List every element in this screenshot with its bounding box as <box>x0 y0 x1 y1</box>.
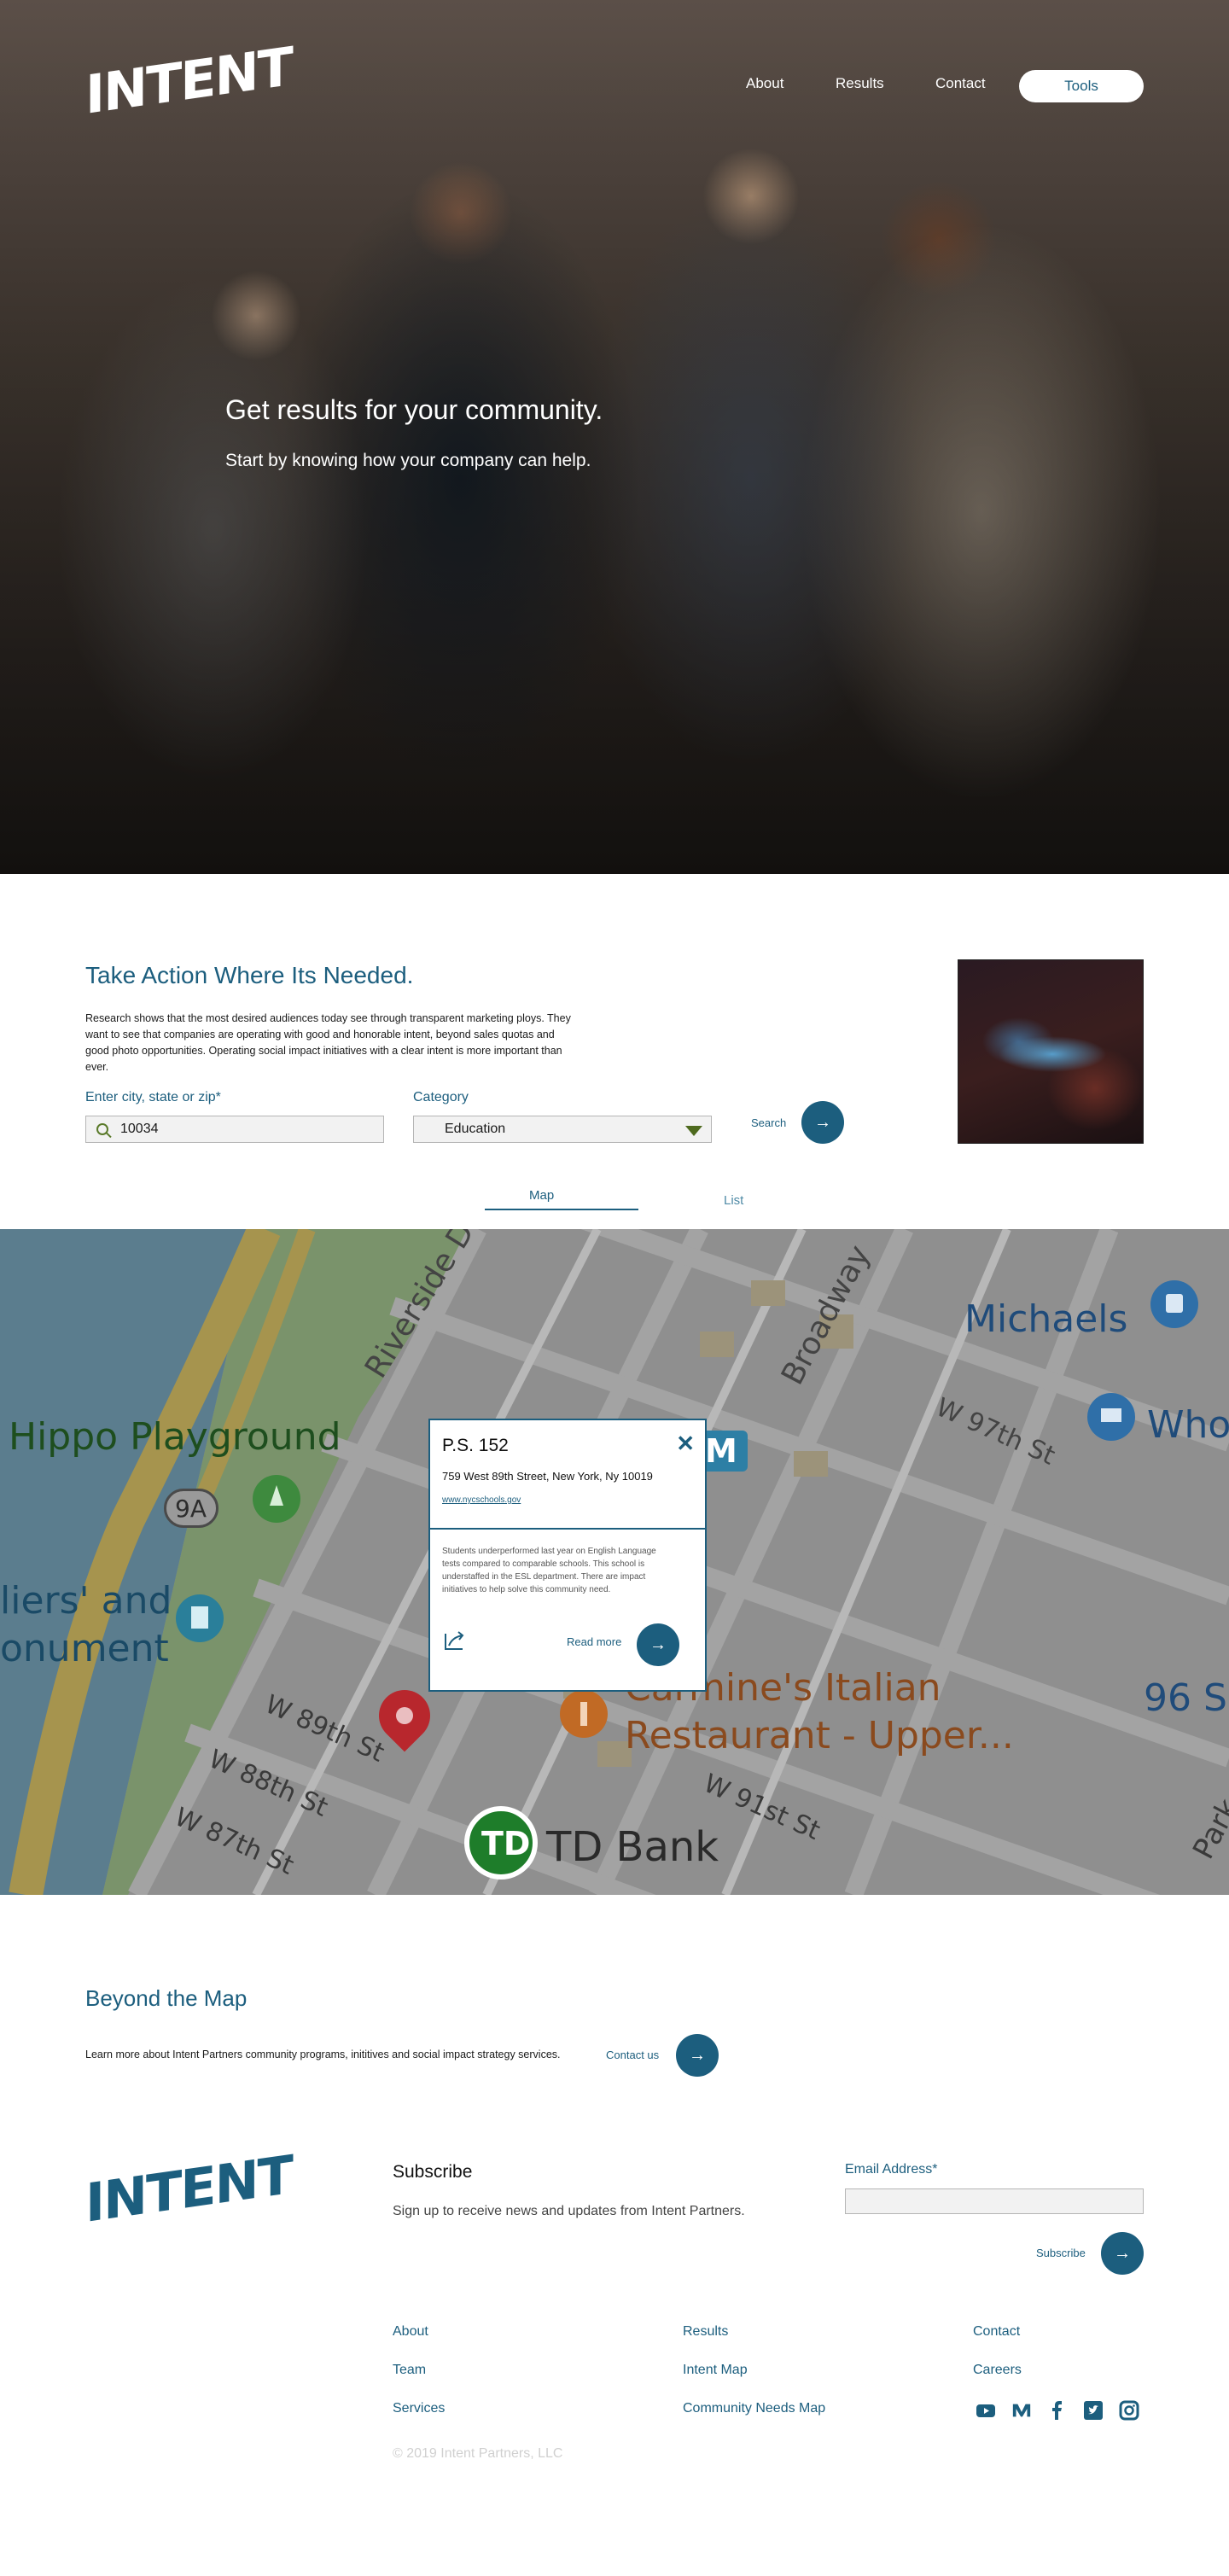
category-label: Category <box>413 1090 469 1104</box>
search-icon <box>96 1123 108 1135</box>
map-label-carmines-2: Restaurant - Upper... <box>625 1714 1014 1757</box>
map-label-td-bank: TD Bank <box>546 1823 719 1871</box>
twitter-icon[interactable] <box>1083 2400 1104 2421</box>
location-label: Enter city, state or zip* <box>85 1090 221 1104</box>
footer-link-intent-map[interactable]: Intent Map <box>683 2363 748 2378</box>
restaurant-icon[interactable] <box>560 1690 608 1738</box>
footer-link-services[interactable]: Services <box>393 2401 445 2416</box>
popup-divider <box>430 1528 705 1530</box>
subscribe-body: Sign up to receive news and updates from… <box>393 2204 745 2218</box>
arrow-right-icon: → <box>1114 2243 1131 2263</box>
location-input[interactable]: 10034 <box>85 1116 384 1143</box>
popup-website-link[interactable]: www.nycschools.gov <box>442 1495 521 1505</box>
map-label-monument: onument <box>0 1627 169 1670</box>
category-select[interactable]: Education <box>413 1116 712 1143</box>
subscribe-link[interactable]: Subscribe <box>1036 2247 1086 2259</box>
youtube-icon[interactable] <box>976 2400 996 2421</box>
footer-link-team[interactable]: Team <box>393 2363 426 2378</box>
search-button[interactable]: → <box>801 1101 844 1144</box>
footer-intent-logo[interactable]: INTENT <box>85 2143 292 2235</box>
tools-button[interactable]: Tools <box>1019 70 1144 102</box>
medium-icon[interactable] <box>1011 2400 1032 2421</box>
read-more-link[interactable]: Read more <box>567 1635 621 1648</box>
map-label-soldiers: liers' and <box>0 1579 172 1623</box>
tab-list[interactable]: List <box>724 1193 743 1208</box>
contact-us-button[interactable]: → <box>676 2034 719 2077</box>
action-body: Research shows that the most desired aud… <box>85 1012 571 1073</box>
tab-map[interactable]: Map <box>529 1188 554 1203</box>
hero-photo <box>0 0 1229 874</box>
share-icon[interactable] <box>444 1629 466 1651</box>
action-title: Take Action Where Its Needed. <box>85 962 414 988</box>
canyon-thumbnail-image <box>958 959 1144 1144</box>
td-bank-badge-label: TD <box>481 1825 531 1862</box>
footer-link-results[interactable]: Results <box>683 2324 728 2340</box>
monument-icon[interactable] <box>176 1594 224 1642</box>
hero-subtitle: Start by knowing how your company can he… <box>225 451 591 470</box>
facebook-icon[interactable] <box>1047 2400 1068 2421</box>
hero-section: INTENT About Results Contact Tools Get r… <box>0 0 1229 874</box>
map-label-96-street: 96 S <box>1144 1676 1227 1720</box>
footer-link-community-needs-map[interactable]: Community Needs Map <box>683 2401 825 2416</box>
nav-results[interactable]: Results <box>836 75 884 92</box>
arrow-right-icon: → <box>689 2045 706 2065</box>
route-shield-icon: 9A <box>164 1489 218 1528</box>
route-label: 9A <box>175 1495 207 1523</box>
chevron-down-icon <box>685 1126 702 1136</box>
beyond-body: Learn more about Intent Partners communi… <box>85 2049 561 2060</box>
map-label-who: Who <box>1147 1403 1229 1447</box>
td-bank-logo[interactable]: TD <box>464 1806 538 1880</box>
hero-title: Get results for your community. <box>225 394 603 425</box>
email-input[interactable] <box>845 2188 1144 2214</box>
subscribe-button[interactable]: → <box>1101 2232 1144 2275</box>
read-more-button[interactable]: → <box>637 1623 679 1666</box>
shopping-bag-icon[interactable] <box>1150 1280 1198 1328</box>
popup-address: 759 West 89th Street, New York, Ny 10019 <box>442 1470 653 1483</box>
arrow-right-icon: → <box>649 1635 667 1654</box>
nav-about[interactable]: About <box>746 75 783 92</box>
subway-badge-label: M <box>705 1432 737 1470</box>
footer-link-contact[interactable]: Contact <box>973 2324 1020 2340</box>
tab-map-underline <box>485 1209 638 1210</box>
search-label[interactable]: Search <box>751 1116 786 1129</box>
subscribe-title: Subscribe <box>393 2162 473 2182</box>
footer-link-careers[interactable]: Careers <box>973 2363 1022 2378</box>
nav-contact[interactable]: Contact <box>935 75 986 92</box>
map-label-michaels: Michaels <box>964 1297 1128 1341</box>
email-label: Email Address* <box>845 2162 938 2177</box>
popup-description: Students underperformed last year on Eng… <box>442 1547 656 1594</box>
arrow-right-icon: → <box>814 1112 831 1132</box>
footer-link-about[interactable]: About <box>393 2324 428 2340</box>
shopping-cart-icon[interactable] <box>1087 1393 1135 1441</box>
copyright: © 2019 Intent Partners, LLC <box>393 2446 563 2461</box>
category-value: Education <box>445 1122 506 1136</box>
location-popup: P.S. 152 ✕ 759 West 89th Street, New Yor… <box>428 1419 707 1692</box>
instagram-icon[interactable] <box>1119 2400 1139 2421</box>
contact-us-link[interactable]: Contact us <box>606 2049 659 2061</box>
map-label-hippo: Hippo Playground <box>9 1415 341 1459</box>
popup-title: P.S. 152 <box>442 1436 509 1455</box>
close-icon[interactable]: ✕ <box>676 1431 695 1457</box>
location-value: 10034 <box>120 1122 159 1136</box>
park-tree-icon[interactable] <box>253 1475 300 1523</box>
beyond-title: Beyond the Map <box>85 1985 248 2011</box>
